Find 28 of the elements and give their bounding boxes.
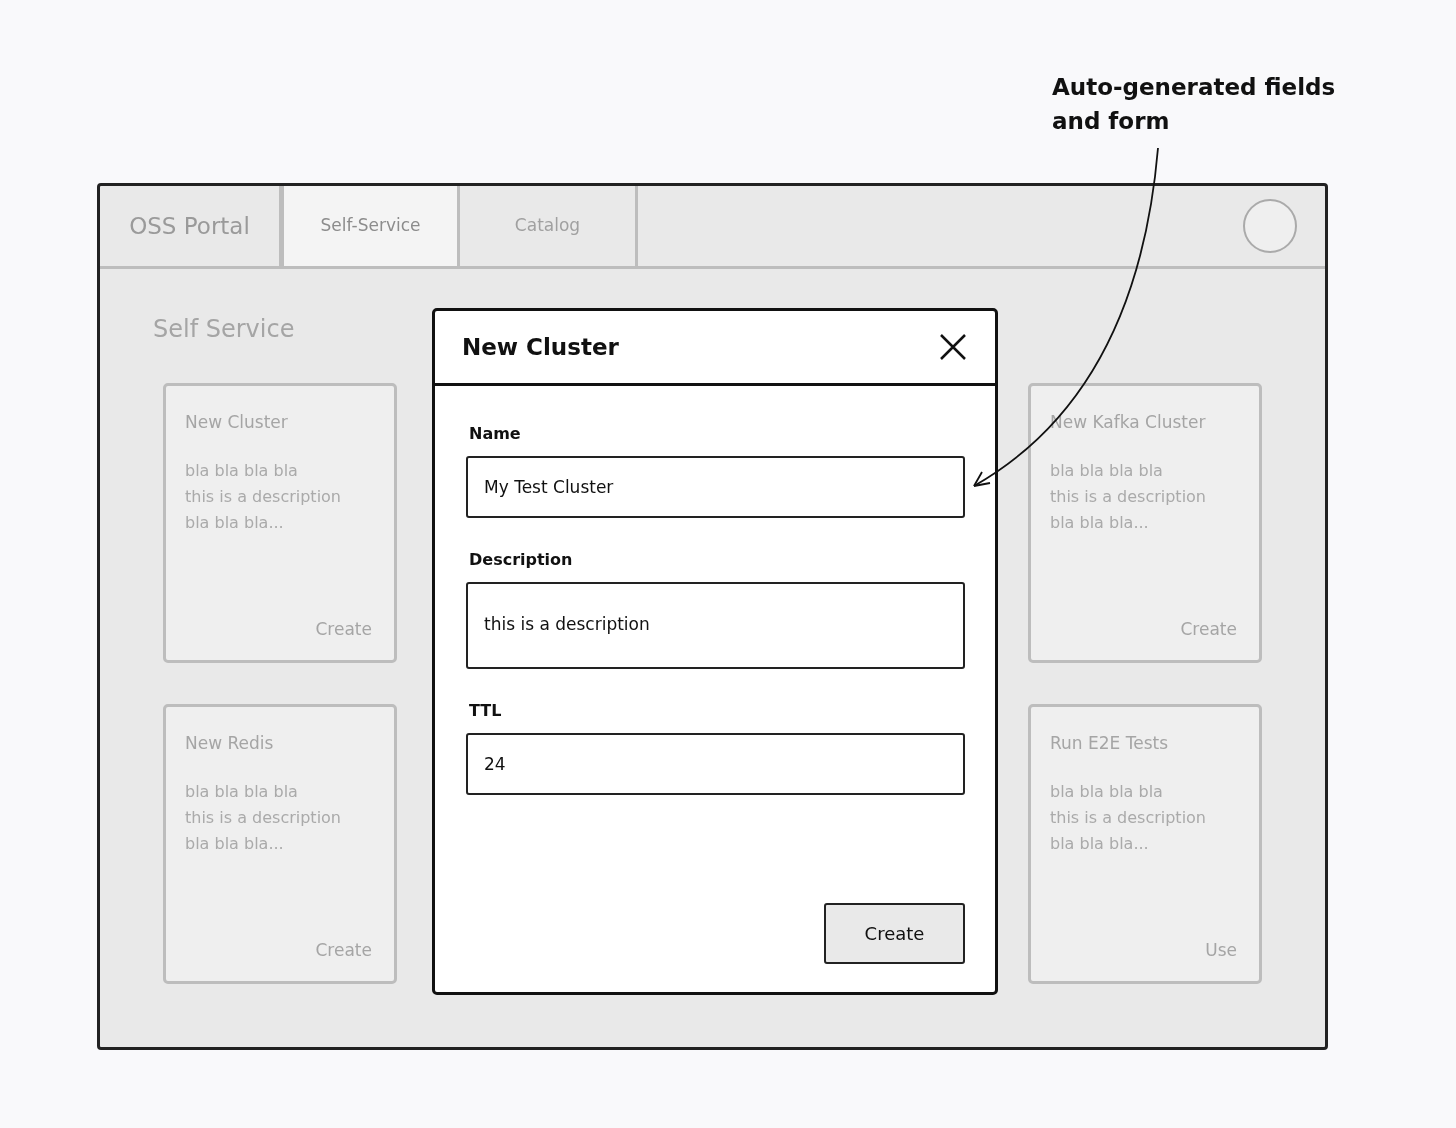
nav-tab[interactable]: Self-Service: [282, 186, 460, 266]
description-field[interactable]: this is a description: [466, 582, 965, 669]
close-icon[interactable]: [939, 333, 967, 361]
card-action-link[interactable]: Create: [315, 616, 375, 642]
card-title: New Kafka Cluster: [1050, 411, 1207, 434]
card-title: Run E2E Tests: [1050, 732, 1170, 755]
page-title: Self Service: [153, 314, 295, 345]
card-description: bla bla bla bla this is a description bla bla bla...: [185, 459, 342, 534]
service-card[interactable]: New Kafka Cluster bla bla bla bla this is a description bla bla bla... Create: [1028, 383, 1262, 663]
field-label: Description: [468, 549, 574, 571]
card-action-link[interactable]: Use: [1205, 937, 1240, 963]
card-title: New Cluster: [185, 411, 289, 434]
card-action-link[interactable]: Create: [1180, 616, 1240, 642]
card-description: bla bla bla bla this is a description bla bla bla...: [185, 780, 342, 855]
field-label: Name: [468, 423, 522, 445]
annotation-text: Auto-generated fields and form: [1052, 73, 1336, 136]
card-title: New Redis: [185, 732, 275, 755]
service-card[interactable]: New Cluster bla bla bla bla this is a description bla bla bla... Create: [163, 383, 397, 663]
service-card[interactable]: Run E2E Tests bla bla bla bla this is a description bla bla bla... Use: [1028, 704, 1262, 984]
input-field[interactable]: 24: [466, 733, 965, 795]
card-action-link[interactable]: Create: [315, 937, 375, 963]
modal-title: New Cluster: [462, 332, 619, 362]
create-button[interactable]: Create: [824, 903, 965, 964]
service-card[interactable]: New Redis bla bla bla bla this is a description bla bla bla... Create: [163, 704, 397, 984]
field-label: TTL: [468, 700, 503, 722]
card-description: bla bla bla bla this is a description bla bla bla...: [1050, 459, 1207, 534]
input-field[interactable]: My Test Cluster: [466, 456, 965, 518]
card-description: bla bla bla bla this is a description bla bla bla...: [1050, 780, 1207, 855]
